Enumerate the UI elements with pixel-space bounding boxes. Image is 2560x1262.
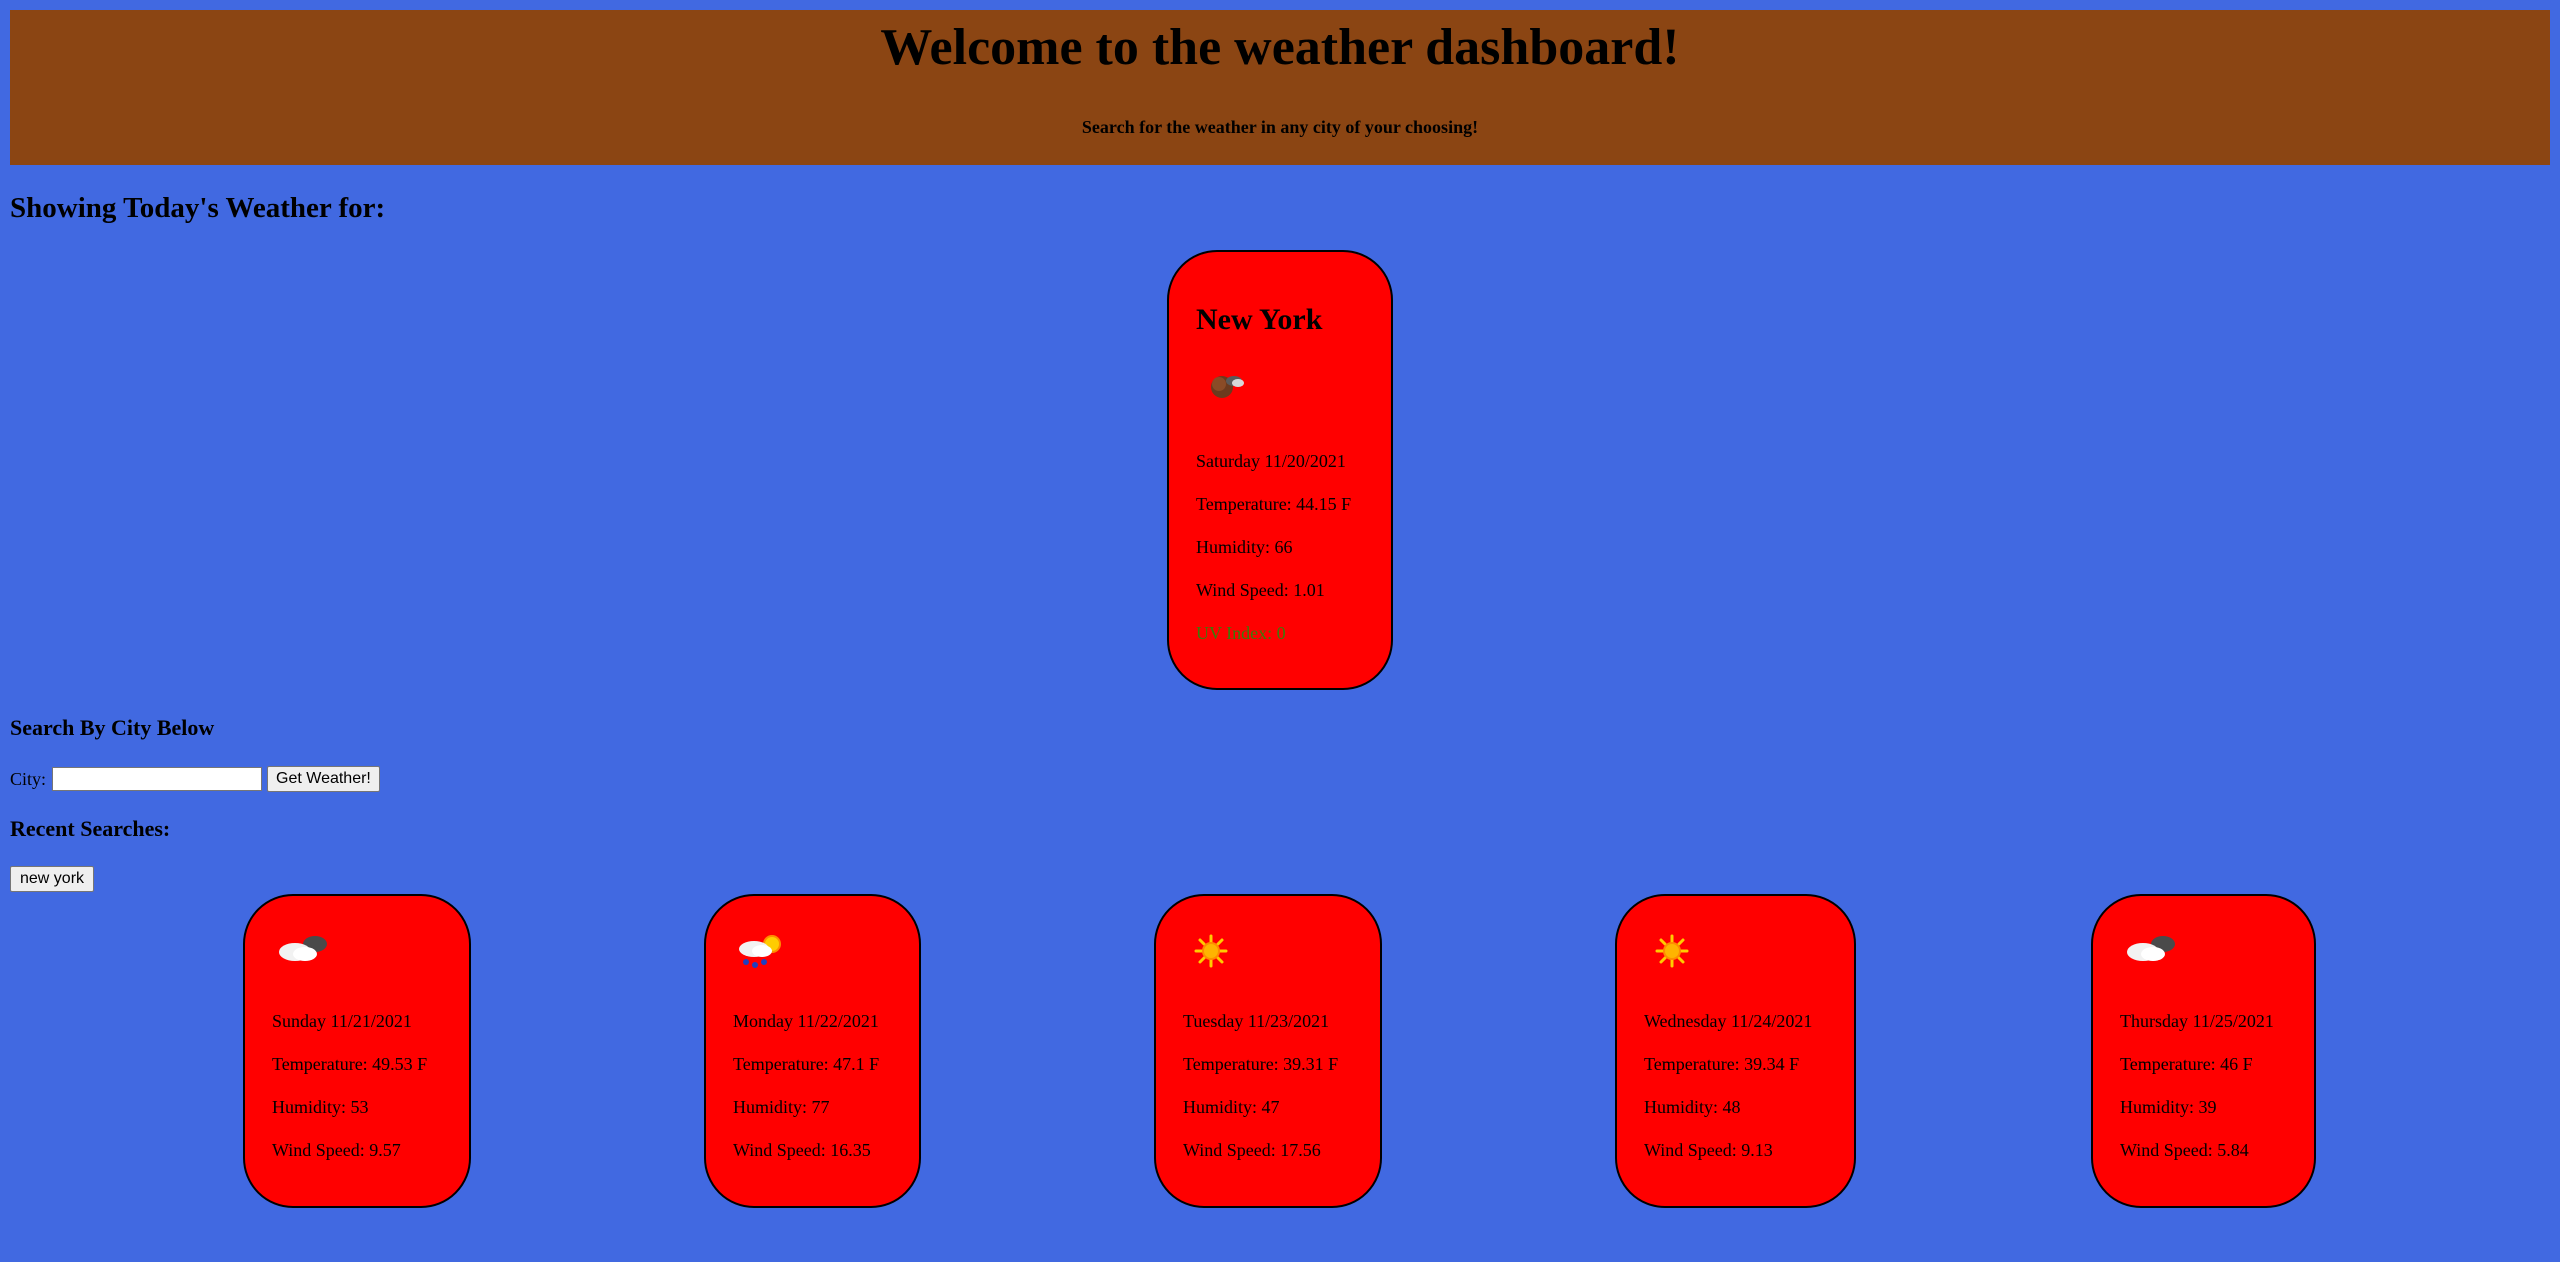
forecast-temperature: Temperature: 39.34 F: [1644, 1054, 1800, 1074]
recent-searches-list: new york: [10, 866, 95, 892]
header-banner: Welcome to the weather dashboard! Search…: [10, 10, 2550, 165]
forecast-card: Thursday 11/25/2021 Temperature: 46 F Hu…: [2091, 894, 2316, 1208]
city-label: City:: [10, 768, 47, 789]
forecast-card: Wednesday 11/24/2021 Temperature: 39.34 …: [1615, 894, 1856, 1208]
forecast-card: Monday 11/22/2021 Temperature: 47.1 F Hu…: [704, 894, 921, 1208]
get-weather-button[interactable]: Get Weather!: [267, 766, 380, 792]
forecast-wind-speed: Wind Speed: 17.56: [1183, 1140, 1321, 1160]
today-uv-index: UV Index: 0: [1196, 623, 1286, 643]
forecast-date: Thursday 11/25/2021: [2120, 1011, 2274, 1031]
sun-icon: [1194, 934, 1228, 968]
city-search-form: City: Get Weather!: [10, 765, 380, 793]
recent-search-button[interactable]: new york: [10, 866, 95, 892]
today-temperature: Temperature: 44.15 F: [1196, 494, 1352, 514]
today-humidity: Humidity: 66: [1196, 537, 1293, 557]
forecast-temperature: Temperature: 39.31 F: [1183, 1054, 1339, 1074]
today-date: Saturday 11/20/2021: [1196, 451, 1346, 471]
forecast-humidity: Humidity: 47: [1183, 1097, 1280, 1117]
cloudy-icon: [2123, 932, 2179, 964]
page-title: Welcome to the weather dashboard!: [880, 19, 1680, 76]
forecast-humidity: Humidity: 77: [733, 1097, 830, 1117]
forecast-wind-speed: Wind Speed: 9.13: [1644, 1140, 1773, 1160]
forecast-temperature: Temperature: 46 F: [2120, 1054, 2253, 1074]
sun-icon: [1655, 934, 1689, 968]
forecast-wind-speed: Wind Speed: 16.35: [733, 1140, 871, 1160]
today-weather-card: New York Saturday 11/20/2021 Temperature…: [1167, 250, 1393, 690]
forecast-card: Tuesday 11/23/2021 Temperature: 39.31 F …: [1154, 894, 1382, 1208]
forecast-humidity: Humidity: 39: [2120, 1097, 2217, 1117]
forecast-wind-speed: Wind Speed: 9.57: [272, 1140, 401, 1160]
recent-searches-title: Recent Searches:: [10, 816, 171, 841]
cloudy-icon: [275, 932, 331, 964]
forecast-temperature: Temperature: 47.1 F: [733, 1054, 880, 1074]
forecast-wind-speed: Wind Speed: 5.84: [2120, 1140, 2249, 1160]
forecast-humidity: Humidity: 48: [1644, 1097, 1741, 1117]
sun-rain-icon: [736, 932, 786, 970]
forecast-card: Sunday 11/21/2021 Temperature: 49.53 F H…: [243, 894, 471, 1208]
today-wind-speed: Wind Speed: 1.01: [1196, 580, 1325, 600]
forecast-date: Monday 11/22/2021: [733, 1011, 879, 1031]
forecast-humidity: Humidity: 53: [272, 1097, 369, 1117]
city-input[interactable]: [52, 767, 263, 791]
today-city-name: New York: [1196, 303, 1323, 336]
search-section-title: Search By City Below: [10, 715, 215, 740]
page-subtitle: Search for the weather in any city of yo…: [1081, 117, 1479, 137]
today-section-title: Showing Today's Weather for:: [10, 192, 386, 224]
forecast-temperature: Temperature: 49.53 F: [272, 1054, 428, 1074]
forecast-date: Tuesday 11/23/2021: [1183, 1011, 1330, 1031]
night-partly-cloudy-icon: [1207, 367, 1247, 403]
forecast-date: Wednesday 11/24/2021: [1644, 1011, 1813, 1031]
forecast-date: Sunday 11/21/2021: [272, 1011, 412, 1031]
